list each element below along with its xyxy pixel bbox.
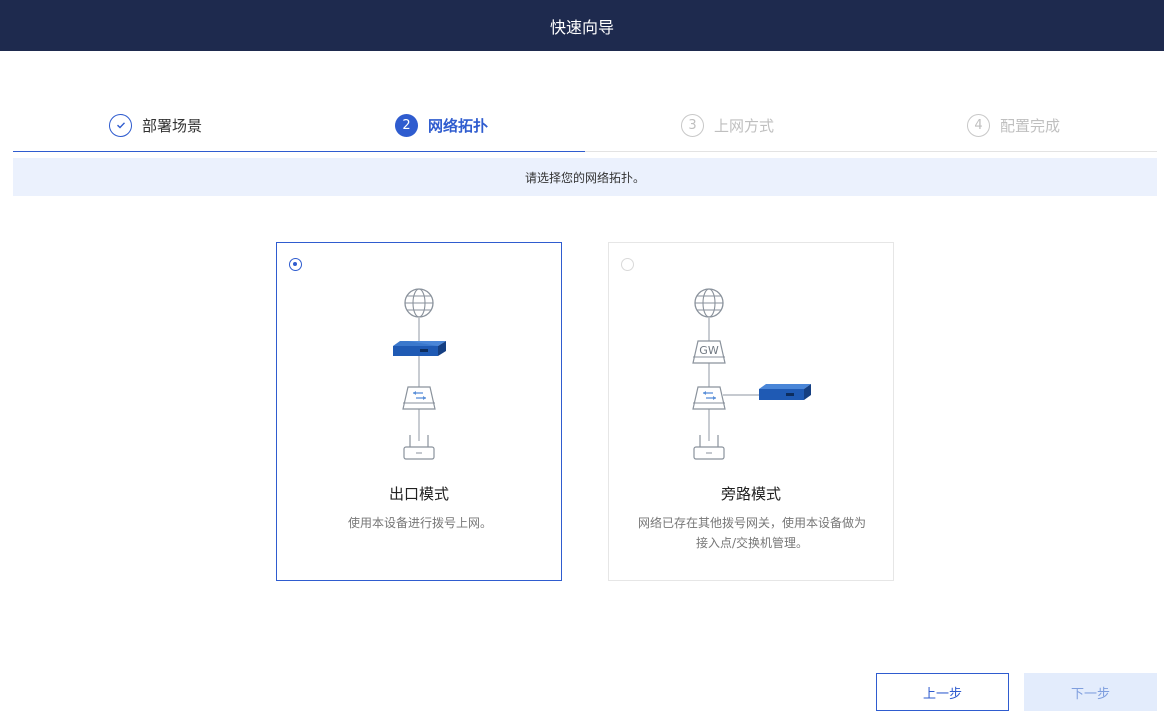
step-label: 配置完成 bbox=[1000, 116, 1061, 135]
card-description: 网络已存在其他拨号网关，使用本设备做为接入点/交换机管理。 bbox=[637, 516, 866, 550]
step-indicator: 部署场景 2 网络拓扑 3 上网方式 4 配置完成 bbox=[13, 100, 1157, 152]
step-label: 上网方式 bbox=[714, 116, 775, 135]
step-number: 2 bbox=[395, 113, 418, 137]
bypass-mode-radio[interactable] bbox=[621, 258, 634, 271]
step-config-complete: 4 配置完成 bbox=[967, 112, 1060, 138]
check-icon bbox=[109, 113, 132, 137]
egress-topology-diagram bbox=[393, 288, 446, 460]
next-step-button[interactable]: 下一步 bbox=[1024, 673, 1157, 711]
step-deploy-scene: 部署场景 bbox=[109, 112, 202, 138]
globe-icon bbox=[404, 288, 434, 318]
card-title: 旁路模式 bbox=[720, 485, 781, 503]
bypass-mode-card[interactable]: GW 旁路模式 网络已存在其他拨号网关，使用本设备做为接入点/交换机管理。 bbox=[608, 242, 894, 581]
gateway-label: GW bbox=[699, 344, 719, 357]
instruction-banner: 请选择您的网络拓扑。 bbox=[13, 158, 1157, 196]
bypass-device-icon bbox=[759, 384, 811, 400]
step-number: 3 bbox=[681, 113, 704, 137]
gateway-box-icon: GW bbox=[692, 340, 726, 364]
step-label: 网络拓扑 bbox=[428, 116, 489, 135]
switch-icon bbox=[692, 386, 726, 410]
bypass-topology-diagram: GW bbox=[692, 288, 811, 460]
step-internet-method: 3 上网方式 bbox=[681, 112, 774, 138]
instruction-text: 请选择您的网络拓扑。 bbox=[524, 170, 645, 185]
previous-step-button[interactable]: 上一步 bbox=[876, 673, 1009, 711]
step-progress-bar bbox=[13, 151, 585, 152]
card-description: 使用本设备进行拨号上网。 bbox=[347, 516, 492, 530]
globe-icon bbox=[694, 288, 724, 318]
wizard-header: 快速向导 bbox=[0, 0, 1164, 51]
step-label: 部署场景 bbox=[142, 116, 203, 135]
switch-icon bbox=[402, 386, 436, 410]
card-title: 出口模式 bbox=[388, 485, 449, 503]
egress-mode-card[interactable]: 出口模式 使用本设备进行拨号上网。 bbox=[276, 242, 562, 581]
egress-mode-radio[interactable] bbox=[289, 258, 302, 271]
step-network-topology: 2 网络拓扑 bbox=[395, 112, 488, 138]
wizard-title: 快速向导 bbox=[549, 17, 614, 37]
gateway-device-icon bbox=[393, 341, 446, 356]
step-number: 4 bbox=[967, 113, 990, 137]
